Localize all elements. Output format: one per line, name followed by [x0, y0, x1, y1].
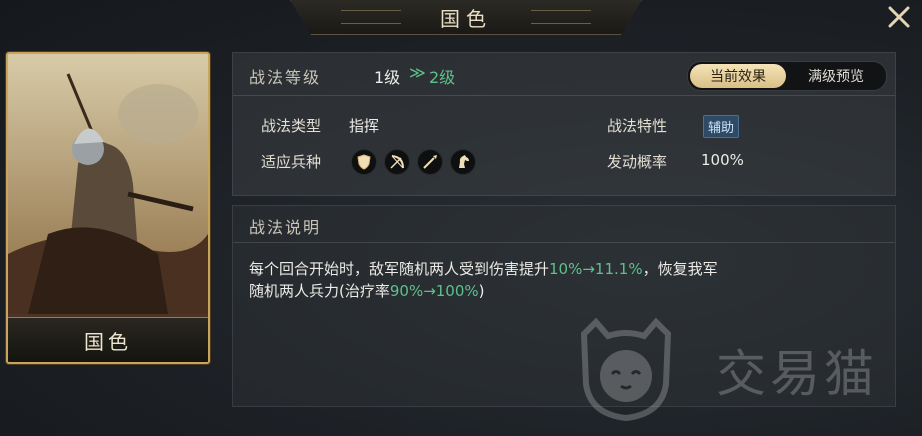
current-effect-tab[interactable]: 当前效果 — [690, 64, 786, 88]
trigger-rate-value: 100% — [701, 151, 744, 169]
watermark-text: 交易猫 — [716, 345, 878, 403]
effect-toggle: 当前效果 满级预览 — [687, 61, 887, 91]
skill-card: 国色 — [6, 52, 210, 364]
cat-logo-icon — [580, 317, 672, 422]
skill-type-label: 战法类型 — [261, 117, 322, 135]
description-text: 每个回合开始时，敌军随机两人受到伤害提升10%→11.1%，恢复我军随机两人兵力… — [249, 258, 729, 302]
watermark: 交易猫 — [566, 314, 906, 424]
level-row: 战法等级 1级 ≫ 2级 当前效果 满级预览 — [233, 53, 895, 96]
description-part-1: 每个回合开始时，敌军随机两人受到伤害提升 — [249, 260, 550, 278]
card-skill-name: 国色 — [84, 329, 132, 354]
close-button[interactable] — [884, 2, 914, 32]
page-title: 国色 — [440, 6, 492, 31]
skill-type-value: 指挥 — [349, 117, 380, 135]
unit-types-list — [351, 149, 476, 175]
level-label: 战法等级 — [249, 68, 322, 87]
horse-icon — [450, 149, 476, 175]
unit-types-label: 适应兵种 — [261, 153, 322, 171]
title-decoration-left — [341, 10, 401, 24]
skill-trait-badge: 辅助 — [703, 115, 740, 138]
heal-rate-value: 90%→100% — [389, 282, 479, 300]
bow-icon — [384, 149, 410, 175]
title-banner: 国色 — [290, 0, 642, 35]
skill-trait-label: 战法特性 — [607, 117, 668, 135]
next-level: 2级 — [429, 68, 456, 87]
skill-info-panel: 战法等级 1级 ≫ 2级 当前效果 满级预览 战法类型 指挥 战法特性 辅助 适… — [232, 52, 896, 196]
card-name-bar: 国色 — [8, 317, 208, 362]
shield-icon — [351, 149, 377, 175]
title-decoration-right — [531, 10, 591, 24]
description-title: 战法说明 — [249, 218, 322, 237]
description-header: 战法说明 — [233, 206, 895, 243]
general-portrait-image — [8, 54, 208, 314]
current-level: 1级 — [374, 68, 401, 87]
damage-increase-value: 10%→11.1% — [549, 260, 643, 278]
max-level-preview-tab[interactable]: 满级预览 — [788, 64, 884, 88]
close-icon — [888, 6, 910, 28]
spear-icon — [417, 149, 443, 175]
double-arrow-icon: ≫ — [409, 63, 426, 82]
description-part-5: ) — [478, 282, 485, 300]
trigger-rate-label: 发动概率 — [607, 153, 668, 171]
